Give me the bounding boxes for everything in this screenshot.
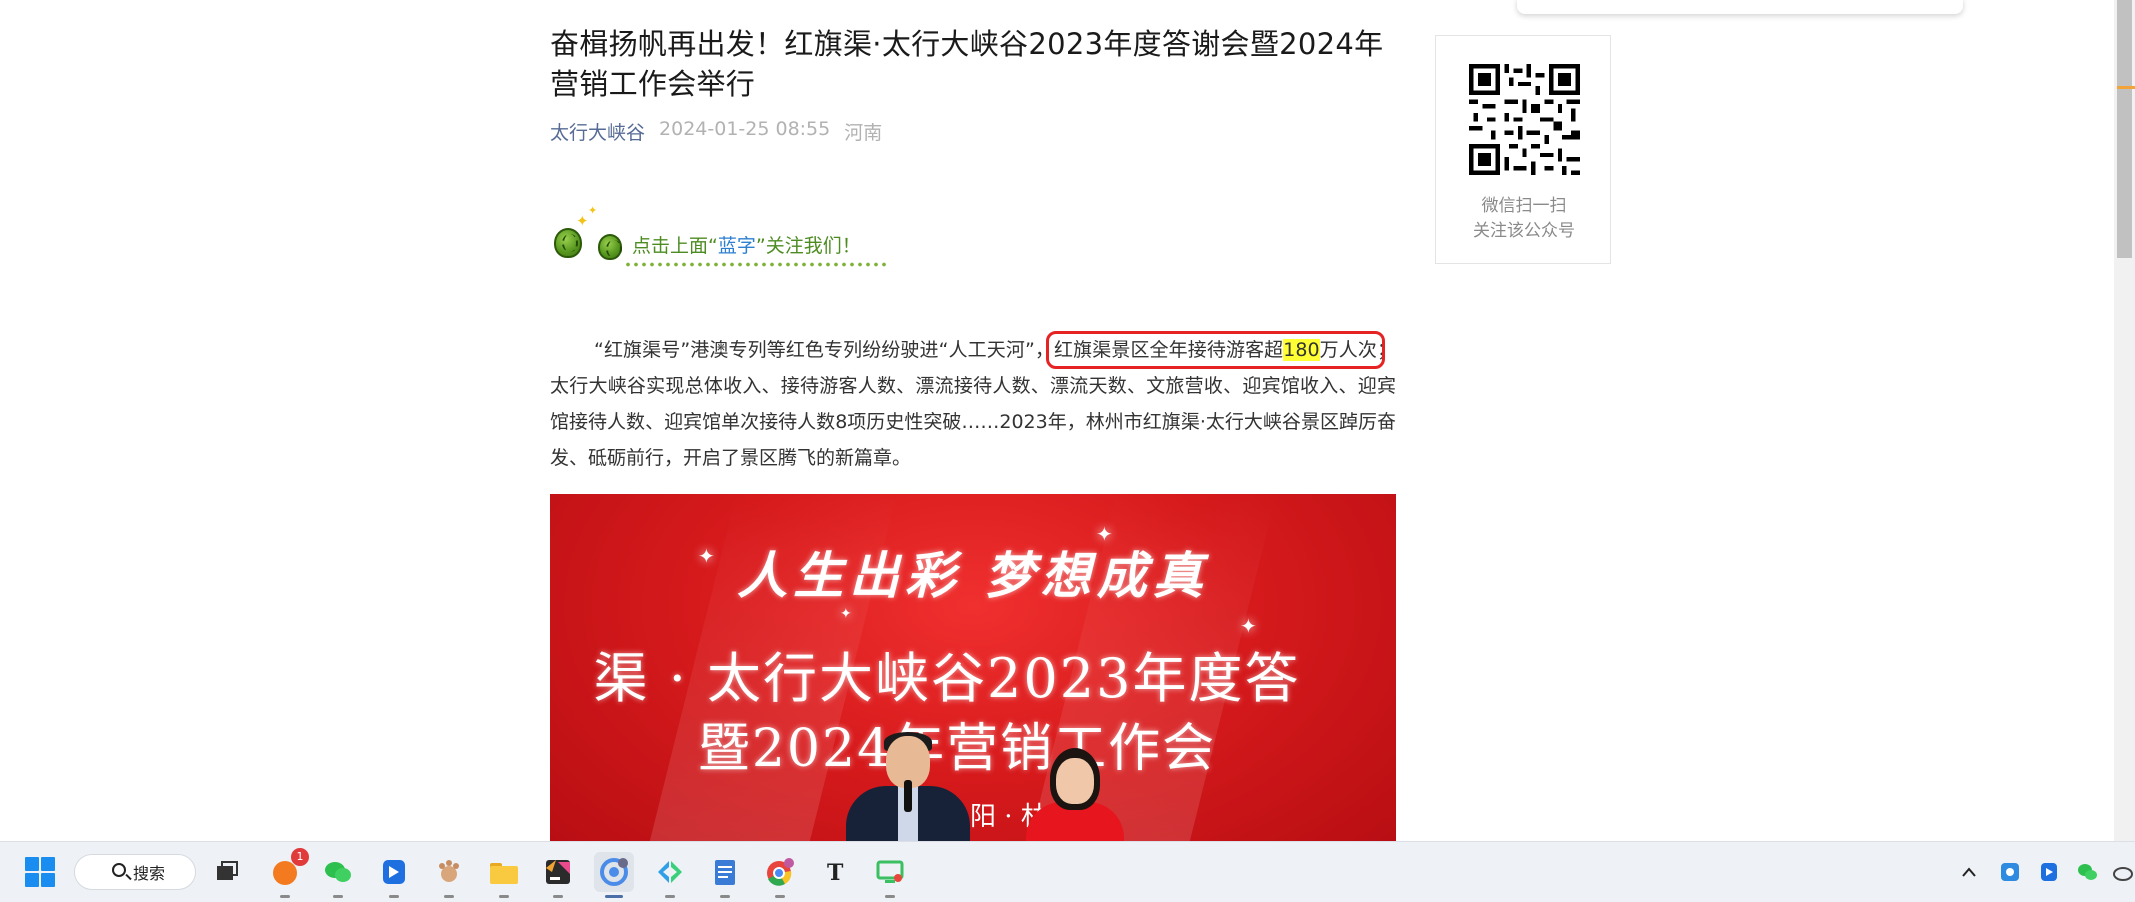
start-button[interactable] [20, 852, 60, 892]
vertical-scrollbar[interactable] [2114, 0, 2135, 841]
search-icon [112, 863, 126, 877]
qr-card: 微信扫一扫 关注该公众号 [1435, 35, 1611, 264]
floating-panel [1517, 0, 1963, 14]
wechat-icon [325, 862, 351, 882]
follow-prompt: 点击上面“蓝字”关注我们！ [632, 235, 861, 257]
qr-code [1469, 64, 1580, 175]
tray-app-2[interactable] [2036, 859, 2062, 885]
watermelon-icon [554, 228, 582, 258]
tray-wechat-icon [2078, 864, 2097, 880]
scroll-position-marker [2117, 86, 2135, 89]
article-paragraph: “红旗渠号”港澳专列等红色专列纷纷驶进“人工天河”，红旗渠景区全年接待游客超18… [550, 331, 1396, 476]
folder-icon [490, 863, 518, 884]
taskbar-app-browser-active[interactable] [594, 852, 634, 898]
taskbar-app-explorer[interactable] [484, 852, 524, 898]
text-editor-icon: T [827, 860, 844, 886]
svg-text:T: T [827, 860, 844, 886]
chevron-up-icon [1962, 867, 1976, 877]
article-title: 奋楫扬帆再出发！红旗渠·太行大峡谷2023年度答谢会暨2024年营销工作会举行 [550, 27, 1384, 101]
event-photo: ✦ ✦ ✦ ✦ 人生出彩 梦想成真 渠 · 太行大峡谷2023年度答 暨2024… [550, 494, 1396, 866]
follow-banner: ✦ ✦ 点击上面“蓝字”关注我们！ [550, 200, 890, 270]
taskbar-app-wechat[interactable] [318, 852, 358, 898]
notification-badge: 1 [291, 848, 309, 866]
highlighted-statement: 红旗渠景区全年接待游客超180万人次 [1046, 331, 1385, 369]
taskbar-app-remote[interactable] [870, 852, 910, 898]
sparkle-icon: ✦ [840, 606, 852, 622]
paw-app-icon [439, 860, 459, 882]
taskbar-app-notepad[interactable] [705, 852, 745, 898]
publish-region: 河南 [844, 122, 883, 144]
taskbar: 搜索 1 T [0, 841, 2135, 902]
task-view-button[interactable] [207, 852, 247, 892]
taskbar-search[interactable]: 搜索 [74, 854, 196, 890]
dotted-underline [624, 262, 888, 267]
taskbar-app-paw[interactable] [429, 852, 469, 898]
scrollbar-thumb[interactable] [2117, 0, 2132, 258]
qr-caption: 微信扫一扫 关注该公众号 [1473, 196, 1575, 241]
taskbar-app-chrome[interactable] [760, 852, 800, 898]
paragraph-lead: “红旗渠号”港澳专列等红色专列纷纷驶进“人工天河”， [594, 339, 1055, 361]
tray-app-4[interactable] [2110, 859, 2135, 885]
windows-icon [25, 857, 55, 887]
tray-doc-app-icon [2041, 863, 2057, 881]
dev-tool-icon [658, 861, 682, 883]
photo-banner-slogan: 人生出彩 梦想成真 [737, 546, 1209, 605]
star-icon: ✦ [576, 212, 589, 230]
photo-banner-title: 渠 · 太行大峡谷2023年度答 [593, 647, 1301, 710]
chrome-icon [767, 858, 794, 886]
follow-blue-word: 蓝字 [717, 235, 756, 257]
show-hidden-icons[interactable] [1956, 859, 1982, 885]
publish-datetime: 2024-01-25 08:55 [659, 118, 831, 140]
watermelon-icon [598, 234, 622, 260]
taskbar-app-dev[interactable] [650, 852, 690, 898]
notepad-icon [715, 860, 735, 885]
taskbar-app-orange[interactable]: 1 [265, 848, 309, 898]
tray-app-1[interactable] [1997, 859, 2023, 885]
remote-desktop-icon [876, 860, 904, 883]
taskbar-app-feishu[interactable] [374, 852, 414, 898]
ide-app-icon [546, 860, 570, 884]
star-icon: ✦ [588, 204, 598, 217]
browser-icon [600, 858, 628, 886]
article-meta: 太行大峡谷 2024-01-25 08:55 河南 [550, 118, 1396, 145]
task-view-icon [217, 861, 238, 880]
author-link[interactable]: 太行大峡谷 [550, 118, 645, 145]
tray-app-3[interactable] [2074, 859, 2100, 885]
blue-doc-app-icon [383, 860, 405, 884]
tray-cloud-icon [2113, 867, 2133, 881]
article: 奋楫扬帆再出发！红旗渠·太行大峡谷2023年度答谢会暨2024年营销工作会举行 … [550, 24, 1396, 866]
tray-blue-app-icon [2001, 863, 2019, 881]
highlighted-number: 180 [1283, 339, 1320, 361]
taskbar-app-ide[interactable] [538, 852, 578, 898]
taskbar-app-typora[interactable]: T [815, 852, 855, 892]
